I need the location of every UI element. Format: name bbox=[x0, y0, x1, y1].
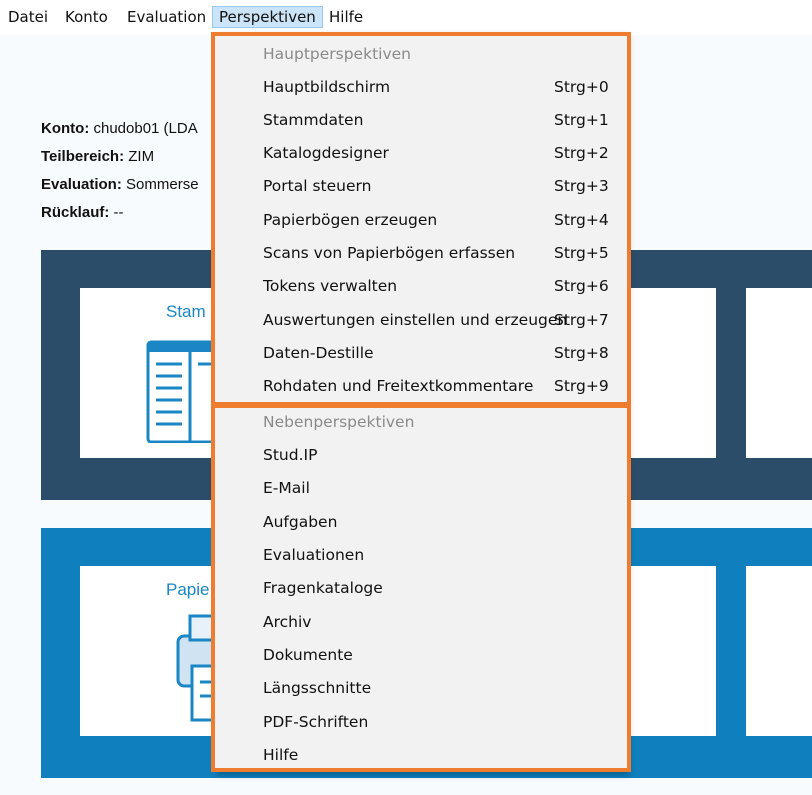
konto-label: Konto: bbox=[41, 120, 90, 137]
info-ruecklauf: Rücklauf: -- bbox=[41, 204, 124, 221]
ruecklauf-value: -- bbox=[109, 204, 124, 221]
menu-datei[interactable]: Datei bbox=[2, 6, 54, 28]
menu-konto[interactable]: Konto bbox=[59, 6, 114, 28]
tile-tokens[interactable] bbox=[746, 566, 812, 736]
tile-stammdaten[interactable]: Stam bbox=[80, 288, 230, 458]
info-evaluation: Evaluation: Sommerse bbox=[41, 176, 199, 193]
tile-papierboegen[interactable]: Papie bbox=[80, 566, 230, 736]
evaluation-label: Evaluation: bbox=[41, 176, 122, 193]
highlight-sub-perspectives bbox=[211, 404, 631, 772]
konto-value: chudob01 (LDA bbox=[89, 120, 198, 137]
menu-evaluation[interactable]: Evaluation bbox=[121, 6, 212, 28]
tile-stammdaten-title: Stam bbox=[166, 302, 206, 321]
info-teilbereich: Teilbereich: ZIM bbox=[41, 148, 154, 165]
menu-perspektiven[interactable]: Perspektiven bbox=[212, 6, 323, 28]
highlight-main-perspectives bbox=[211, 32, 631, 406]
ruecklauf-label: Rücklauf: bbox=[41, 204, 110, 221]
menu-hilfe[interactable]: Hilfe bbox=[323, 6, 369, 28]
teilbereich-label: Teilbereich: bbox=[41, 148, 125, 165]
menu-bar: Datei Konto Evaluation Perspektiven Hilf… bbox=[0, 0, 812, 35]
tile-portal[interactable] bbox=[746, 288, 812, 458]
evaluation-value: Sommerse bbox=[121, 176, 199, 193]
info-konto: Konto: chudob01 (LDA bbox=[41, 120, 198, 137]
teilbereich-value: ZIM bbox=[124, 148, 155, 165]
tile-papier-title: Papie bbox=[166, 580, 210, 599]
